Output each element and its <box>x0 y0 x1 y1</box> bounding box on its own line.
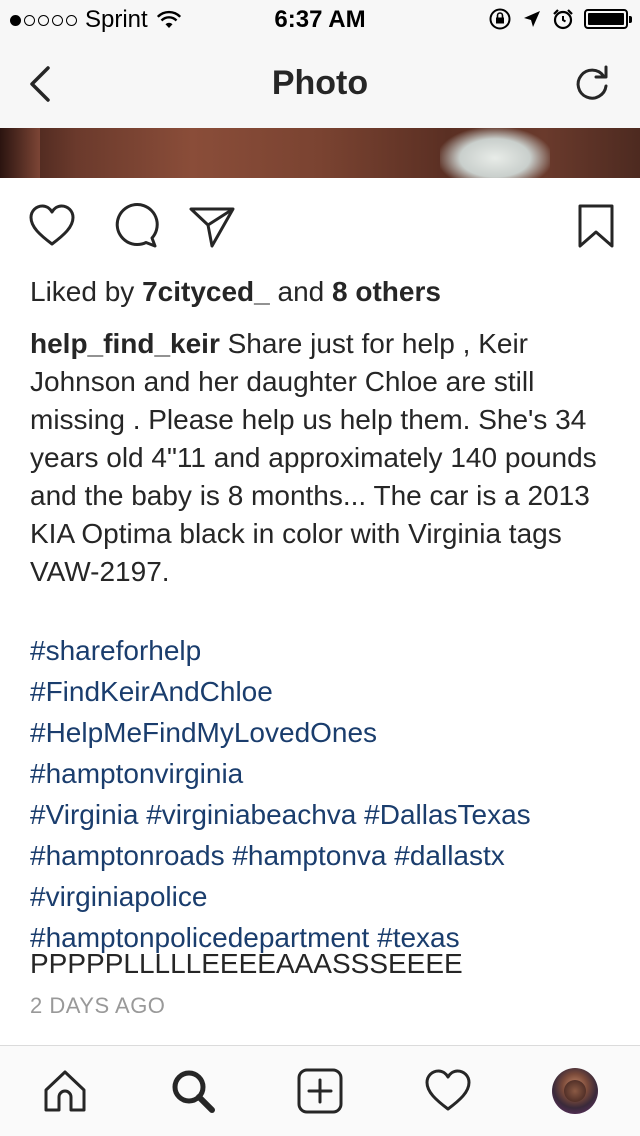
tab-bar <box>0 1045 640 1136</box>
hashtag-line: #FindKeirAndChloe <box>30 673 620 714</box>
hashtag-list: #shareforhelp #FindKeirAndChloe #HelpMeFin… <box>30 632 620 960</box>
others-link[interactable]: 8 others <box>332 276 441 307</box>
battery-icon <box>584 9 632 29</box>
hashtag-link[interactable]: #virginiabeachva <box>146 799 356 830</box>
hashtag-link[interactable]: #HelpMeFindMyLovedOnes <box>30 717 377 748</box>
hashtag-line: #hamptonvirginia <box>30 755 620 796</box>
hashtag-link[interactable]: #hamptonva <box>232 840 386 871</box>
hashtag-link[interactable]: #DallasTexas <box>364 799 531 830</box>
hashtag-link[interactable]: #virginiapolice <box>30 881 207 912</box>
hashtag-line: #HelpMeFindMyLovedOnes <box>30 714 620 755</box>
hashtag-link[interactable]: #hamptonroads <box>30 840 225 871</box>
hashtag-line: #Virginia #virginiabeachva #DallasTexas <box>30 796 620 837</box>
hashtag-line: #hamptonroads #hamptonva #dallastx <box>30 837 620 878</box>
hashtag-link[interactable]: #shareforhelp <box>30 635 201 666</box>
home-icon[interactable] <box>40 1066 90 1116</box>
hashtag-line: #shareforhelp <box>30 632 620 673</box>
page-title: Photo <box>271 64 369 102</box>
share-paper-plane-icon[interactable] <box>186 200 238 252</box>
like-heart-icon[interactable] <box>26 200 78 252</box>
alarm-icon <box>553 9 573 30</box>
orientation-lock-icon <box>489 8 511 30</box>
post-photo[interactable] <box>0 128 640 178</box>
status-right <box>488 7 632 31</box>
activity-heart-icon[interactable] <box>423 1066 473 1116</box>
bookmark-icon[interactable] <box>570 200 622 252</box>
navigation-bar: Photo <box>0 40 640 128</box>
photo-screen: Sprint 6:37 AM Photo Liked by 7cityced_ … <box>0 0 640 1136</box>
likes-middle: and <box>269 276 332 307</box>
liked-by-username[interactable]: 7cityced_ <box>142 276 270 307</box>
comment-icon[interactable] <box>108 200 160 252</box>
post-caption: help_find_keir Share just for help , Kei… <box>30 325 615 591</box>
search-icon[interactable] <box>168 1066 218 1116</box>
profile-avatar[interactable] <box>552 1068 598 1114</box>
new-post-plus-icon[interactable] <box>295 1066 345 1116</box>
hashtag-line: #virginiapolice <box>30 878 620 919</box>
hashtag-link[interactable]: #hamptonvirginia <box>30 758 243 789</box>
caption-username[interactable]: help_find_keir <box>30 328 220 359</box>
caption-tail: PPPPPLLLLLEEEEAAASSSEEEE <box>30 948 463 979</box>
status-bar: Sprint 6:37 AM <box>0 0 640 40</box>
hashtag-link[interactable]: #FindKeirAndChloe <box>30 676 273 707</box>
hashtag-link[interactable]: #Virginia <box>30 799 138 830</box>
likes-prefix: Liked by <box>30 276 143 307</box>
hashtag-link[interactable]: #dallastx <box>394 840 505 871</box>
caption-text: Share just for help , Keir Johnson and h… <box>30 328 597 587</box>
post-actions <box>0 200 640 256</box>
post-timestamp: 2 DAYS AGO <box>30 993 166 1018</box>
refresh-icon[interactable] <box>570 62 614 106</box>
likes-summary: Liked by 7cityced_ and 8 others <box>30 276 441 308</box>
location-icon <box>524 11 540 27</box>
